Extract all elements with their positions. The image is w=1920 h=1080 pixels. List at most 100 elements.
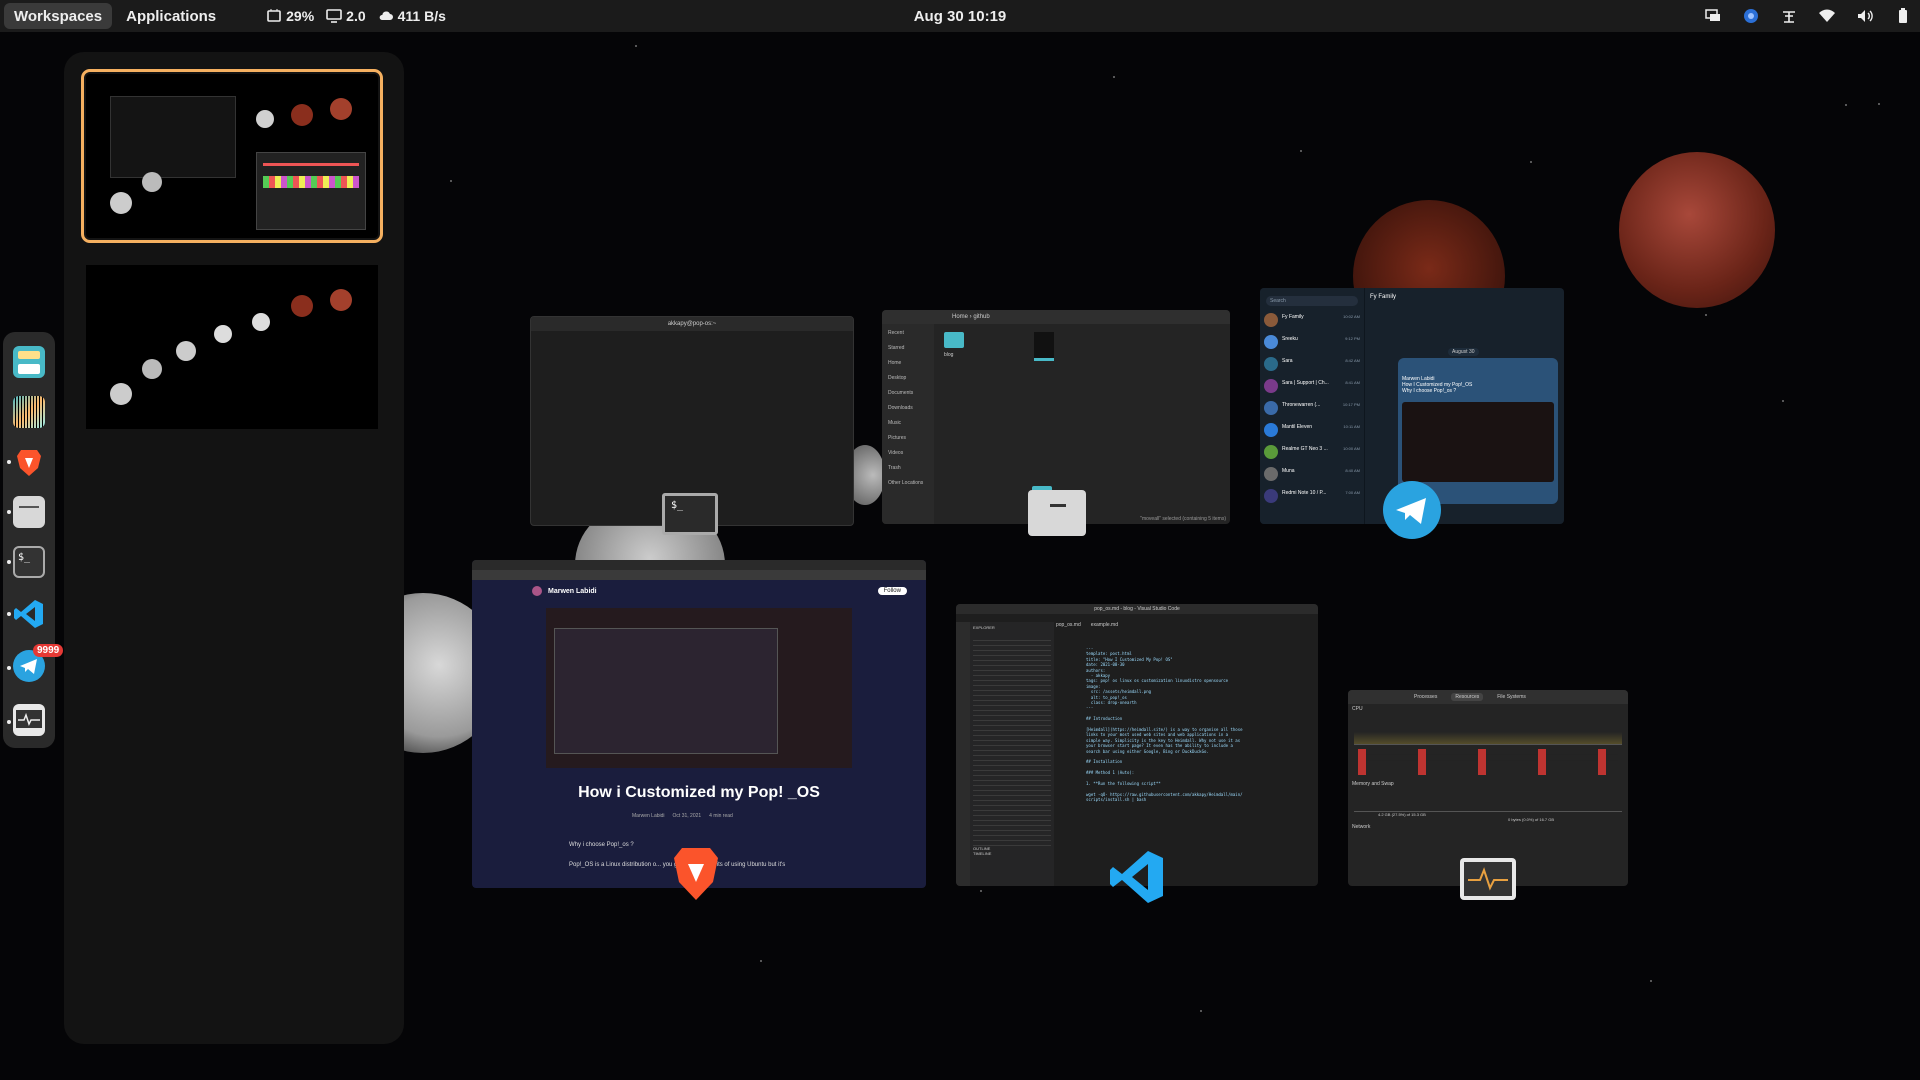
volume-icon[interactable] <box>1856 7 1874 25</box>
ws-moon <box>330 289 352 311</box>
terminal-icon[interactable]: $_ <box>13 546 45 578</box>
vpn-globe-icon[interactable] <box>1742 7 1760 25</box>
load-average-value: 2.0 <box>346 8 366 24</box>
folder-icon[interactable] <box>944 332 964 348</box>
vscode-icon[interactable] <box>13 598 45 630</box>
editor-tab[interactable]: example.md <box>1091 622 1118 628</box>
vscode-titlebar: pop_os.md - blog - Visual Studio Code <box>956 604 1318 614</box>
telegram-chat-item[interactable]: Redmi Note 10 / P... 7:00 AM <box>1260 486 1364 508</box>
vscode-window[interactable]: pop_os.md - blog - Visual Studio Code EX… <box>956 604 1318 886</box>
files-sidebar-item[interactable]: Recent <box>882 330 934 336</box>
cpu-icon <box>267 9 281 22</box>
telegram-search[interactable]: Search <box>1266 296 1358 306</box>
ws-moon <box>252 313 270 331</box>
tab-processes[interactable]: Processes <box>1414 694 1437 700</box>
tab-resources[interactable]: Resources <box>1451 693 1484 701</box>
files-app-icon <box>1028 486 1086 536</box>
chat-avatar <box>1264 379 1278 393</box>
memory-section-label: Memory and Swap <box>1352 781 1394 787</box>
chat-avatar <box>1264 357 1278 371</box>
clock[interactable]: Aug 30 10:19 <box>914 8 1007 25</box>
terminal-prompt: $_ <box>671 500 684 511</box>
files-sidebar-item[interactable]: Starred <box>882 345 934 351</box>
files-path-folder[interactable]: github <box>973 314 989 320</box>
telegram-chat-item[interactable]: Sara | Support | Ch... 8:41 AM <box>1260 376 1364 398</box>
telegram-chat-item[interactable]: Muna 8:40 AM <box>1260 464 1364 486</box>
meta-author[interactable]: Marwen Labidi <box>632 813 665 819</box>
files-sidebar-item[interactable]: Trash <box>882 465 934 471</box>
meta-read-time: 4 min read <box>709 813 733 819</box>
workspaces-button[interactable]: Workspaces <box>4 3 113 29</box>
article-title: How i Customized my Pop! _OS <box>578 784 820 801</box>
article-hero-image <box>546 608 852 768</box>
cpu-indicator[interactable]: 29% <box>266 8 314 24</box>
article-meta: Marwen Labidi Oct 31, 2021 4 min read <box>632 813 733 819</box>
app-grid-icon[interactable] <box>13 396 45 428</box>
meta-date: Oct 31, 2021 <box>672 813 702 819</box>
telegram-date-divider: August 30 <box>1448 348 1479 356</box>
editor-tab-active[interactable]: pop_os.md <box>1056 622 1081 628</box>
workspace-1-thumbnail[interactable] <box>81 69 383 243</box>
vscode-activitybar <box>956 622 970 886</box>
files-sidebar-item[interactable]: Other Locations <box>882 480 934 486</box>
terminal-title: akkapy@pop-os:~ <box>667 321 717 327</box>
ws-moon <box>142 172 162 192</box>
code-editor[interactable]: --- template: post.html title: "How I Cust… <box>1086 646 1286 803</box>
wifi-icon[interactable] <box>1818 7 1836 25</box>
telegram-chat-item[interactable]: Mantil Eleven 10:11 AM <box>1260 420 1364 442</box>
ws-window-thumb <box>110 96 236 178</box>
files-sidebar-item[interactable]: Downloads <box>882 405 934 411</box>
load-indicator[interactable]: 2.0 <box>326 8 366 24</box>
files-sidebar-item[interactable]: Documents <box>882 390 934 396</box>
system-monitor-icon[interactable] <box>13 704 45 736</box>
message-preview-image <box>1402 402 1554 482</box>
ws-moon <box>291 104 313 126</box>
telegram-chat-item[interactable]: Fy Family 10:02 AM <box>1260 310 1364 332</box>
telegram-chat-item[interactable]: Sreeku 9:12 PM <box>1260 332 1364 354</box>
monitor-headerbar: Processes Resources File Systems <box>1348 690 1628 704</box>
telegram-chat-list: Search Fy Family 10:02 AM Sreeku 9:12 PM Sar… <box>1260 288 1365 524</box>
files-sidebar-item[interactable]: Desktop <box>882 375 934 381</box>
chat-time: 10:02 AM <box>1343 314 1360 319</box>
system-monitor-window[interactable]: Processes Resources File Systems CPU Mem… <box>1348 690 1628 886</box>
workspace-2-thumbnail[interactable] <box>86 265 378 429</box>
memory-graph <box>1354 789 1622 812</box>
applications-button[interactable]: Applications <box>116 3 226 29</box>
brave-window[interactable]: Marwen Labidi Follow How i Customized my… <box>472 560 926 888</box>
files-sidebar-item[interactable]: Home <box>882 360 934 366</box>
brave-app-icon <box>670 844 722 904</box>
header-author[interactable]: Marwen Labidi <box>548 588 597 595</box>
ws-window-thumb <box>256 152 366 230</box>
network-indicator[interactable]: 411 B/s <box>378 8 446 24</box>
files-status: "moveall" selected (containing 5 items) <box>1140 516 1226 522</box>
files-path-home[interactable]: Home <box>952 314 968 320</box>
chat-name: Fy Family <box>1282 314 1304 320</box>
brave-addressbar[interactable] <box>472 570 926 580</box>
terminal-app-icon: $_ <box>662 493 718 535</box>
message-sub: Why I choose Pop!_os ? <box>1402 388 1457 394</box>
files-icon[interactable] <box>13 496 45 528</box>
telegram-chat-item[interactable]: Realme GT Neo 3 ... 10:00 AM <box>1260 442 1364 464</box>
network-share-icon[interactable] <box>1780 7 1798 25</box>
vscode-explorer: EXPLORER OUTLINE TIMELINE <box>970 622 1054 886</box>
telegram-search-placeholder: Search <box>1270 298 1286 304</box>
files-sidebar-item[interactable]: Music <box>882 420 934 426</box>
chat-avatar <box>1264 445 1278 459</box>
telegram-chat-item[interactable]: Thronewarren (... 10:17 PM <box>1260 398 1364 420</box>
timeline-label[interactable]: TIMELINE <box>973 851 1051 856</box>
chat-name: Mantil Eleven <box>1282 424 1313 430</box>
files-sidebar-item[interactable]: Pictures <box>882 435 934 441</box>
screens-icon[interactable] <box>1704 7 1722 25</box>
telegram-chat-item[interactable]: Sara 8:42 AM <box>1260 354 1364 376</box>
chat-time: 8:41 AM <box>1345 380 1360 385</box>
cpu-legend <box>1358 749 1618 775</box>
brave-icon[interactable] <box>13 446 45 478</box>
folder-icon[interactable] <box>1034 332 1054 361</box>
pop-shop-icon[interactable] <box>13 346 45 378</box>
files-sidebar-item[interactable]: Videos <box>882 450 934 456</box>
explorer-label: EXPLORER <box>973 625 995 630</box>
ws-moon <box>176 341 196 361</box>
battery-icon[interactable] <box>1894 7 1912 25</box>
tab-filesystems[interactable]: File Systems <box>1497 694 1526 700</box>
follow-button[interactable]: Follow <box>877 587 907 595</box>
